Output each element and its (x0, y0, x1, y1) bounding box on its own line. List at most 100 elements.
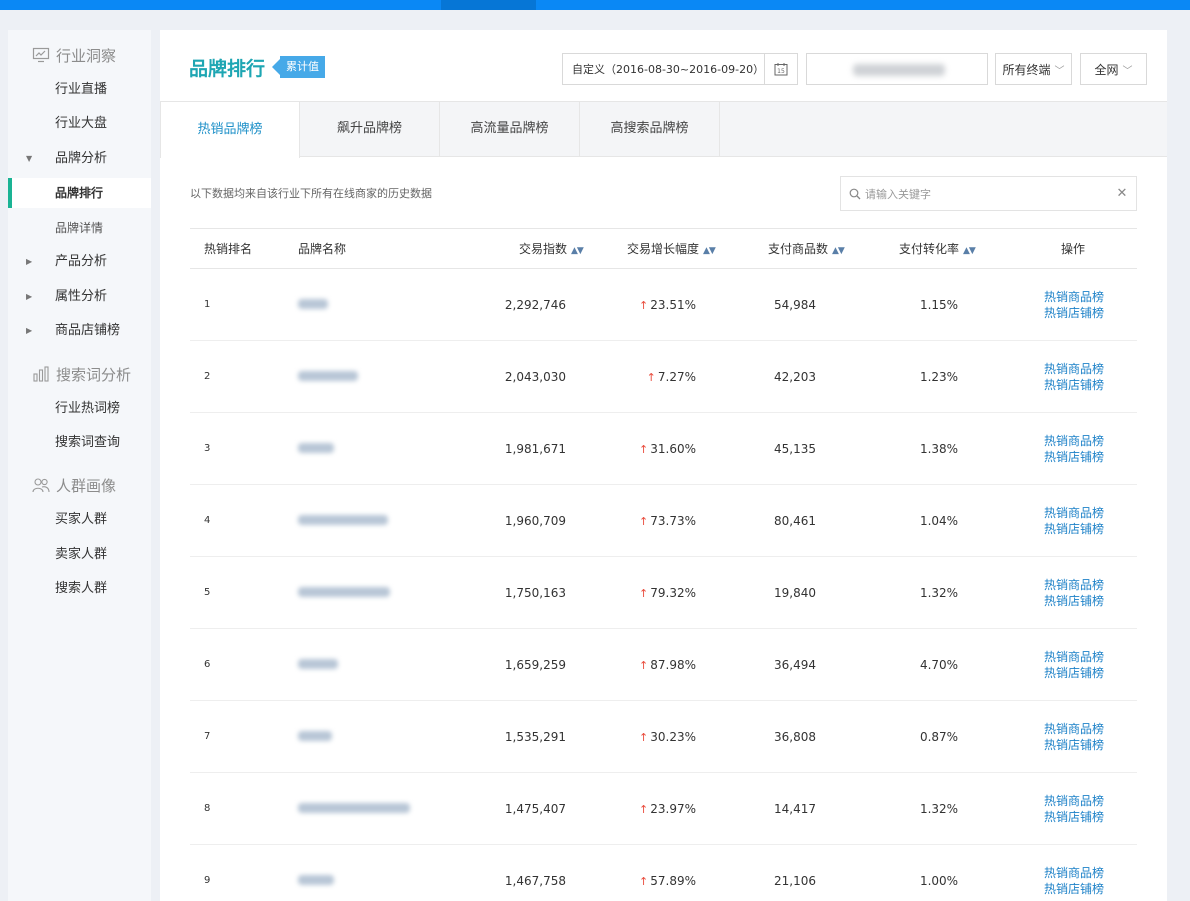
growth-cell: ↑ 87.98% (630, 629, 696, 701)
sort-icon[interactable]: ▲▼ (832, 246, 845, 256)
table-row: 8 1,475,407 ↑ 23.97% 14,417 1.32% 热销商品榜 热销… (190, 773, 1137, 845)
sidebar-item-brand-detail[interactable]: 品牌详情 (8, 213, 151, 243)
rank-cell: 7 (204, 731, 211, 742)
hot-stores-link[interactable]: 热销店铺榜 (1044, 449, 1104, 465)
close-icon[interactable]: ✕ (1108, 186, 1136, 201)
hot-products-link[interactable]: 热销商品榜 (1044, 577, 1104, 593)
paid-items-cell: 21,106 (774, 874, 816, 888)
date-range-picker[interactable]: 自定义（2016-08-30~2016-09-20） 15 (562, 53, 798, 85)
paid-items-cell: 36,494 (774, 658, 816, 672)
blurred-category-field[interactable] (806, 53, 988, 85)
paid-items-cell: 19,840 (774, 586, 816, 600)
hot-products-link[interactable]: 热销商品榜 (1044, 289, 1104, 305)
sidebar-item-buyer-crowd[interactable]: 买家人群 (8, 505, 151, 535)
col-trade-index[interactable]: 交易指数 ▲▼ (519, 229, 584, 269)
tab-high-search[interactable]: 高搜索品牌榜 (580, 101, 720, 157)
brand-cell-blurred[interactable] (298, 485, 428, 557)
sidebar-item-hot-keywords[interactable]: 行业热词榜 (8, 394, 151, 424)
sidebar-item-brand-ranking[interactable]: 品牌排行 (8, 178, 151, 208)
trade-index-cell: 1,467,758 (504, 874, 566, 888)
search-icon (849, 188, 861, 199)
col-trade-growth[interactable]: 交易增长幅度 ▲▼ (627, 229, 716, 269)
sort-icon[interactable]: ▲▼ (963, 246, 976, 256)
sort-icon[interactable]: ▲▼ (571, 246, 584, 256)
sidebar: 行业洞察 行业直播 行业大盘 ▼ 品牌分析 品牌排行 品牌详情 ▶ 产品分析 ▶ 属性… (8, 30, 151, 901)
sidebar-item-label: 品牌详情 (55, 221, 104, 235)
hot-stores-link[interactable]: 热销店铺榜 (1044, 305, 1104, 321)
rank-cell: 9 (204, 875, 211, 886)
trade-index-cell: 1,750,163 (504, 586, 566, 600)
conversion-cell: 1.38% (919, 442, 959, 456)
conversion-cell: 1.15% (919, 298, 959, 312)
hot-products-link[interactable]: 热销商品榜 (1044, 433, 1104, 449)
hot-stores-link[interactable]: 热销店铺榜 (1044, 593, 1104, 609)
growth-value: 79.32% (650, 586, 696, 600)
col-conversion[interactable]: 支付转化率 ▲▼ (899, 229, 976, 269)
hot-stores-link[interactable]: 热销店铺榜 (1044, 665, 1104, 681)
sidebar-item-label: 行业直播 (55, 82, 108, 97)
hot-stores-link[interactable]: 热销店铺榜 (1044, 377, 1104, 393)
sidebar-item-label: 行业热词榜 (55, 401, 121, 416)
tab-rising[interactable]: 飙升品牌榜 (300, 101, 440, 157)
brand-cell-blurred[interactable] (298, 341, 428, 413)
brand-cell-blurred[interactable] (298, 413, 428, 485)
hot-products-link[interactable]: 热销商品榜 (1044, 865, 1104, 881)
blurred-brand (298, 875, 334, 885)
caret-right-icon: ▶ (26, 326, 33, 335)
brand-cell-blurred[interactable] (298, 701, 428, 773)
col-paid-items[interactable]: 支付商品数 ▲▼ (768, 229, 845, 269)
brand-cell-blurred[interactable] (298, 845, 428, 901)
col-actions: 操作 (1061, 229, 1085, 269)
hot-products-link[interactable]: 热销商品榜 (1044, 793, 1104, 809)
tab-high-traffic[interactable]: 高流量品牌榜 (440, 101, 580, 157)
sidebar-item-industry-overview[interactable]: 行业大盘 (8, 109, 151, 139)
sidebar-item-search-crowd[interactable]: 搜索人群 (8, 574, 151, 604)
sidebar-item-seller-crowd[interactable]: 卖家人群 (8, 540, 151, 570)
arrow-up-icon: ↑ (639, 803, 649, 816)
arrow-up-icon: ↑ (639, 659, 649, 672)
search-input[interactable]: 请输入关键字 ✕ (840, 176, 1137, 211)
hot-stores-link[interactable]: 热销店铺榜 (1044, 881, 1104, 897)
sidebar-item-product-store-ranking[interactable]: ▶ 商品店铺榜 (8, 316, 151, 346)
network-dropdown[interactable]: 全网 ﹀ (1080, 53, 1147, 85)
actions-cell: 热销商品榜 热销店铺榜 (1020, 773, 1125, 845)
tab-hot-sales[interactable]: 热销品牌榜 (160, 101, 300, 158)
terminal-value: 所有终端 (1002, 62, 1051, 77)
hot-products-link[interactable]: 热销商品榜 (1044, 721, 1104, 737)
hot-stores-link[interactable]: 热销店铺榜 (1044, 809, 1104, 825)
hot-products-link[interactable]: 热销商品榜 (1044, 649, 1104, 665)
sidebar-item-industry-live[interactable]: 行业直播 (8, 75, 151, 105)
hot-stores-link[interactable]: 热销店铺榜 (1044, 737, 1104, 753)
sidebar-item-keyword-query[interactable]: 搜索词查询 (8, 428, 151, 458)
hot-stores-link[interactable]: 热销店铺榜 (1044, 521, 1104, 537)
growth-cell: ↑ 23.97% (630, 773, 696, 845)
calendar-icon[interactable]: 15 (764, 54, 797, 84)
brand-cell-blurred[interactable] (298, 269, 428, 341)
arrow-up-icon: ↑ (639, 731, 649, 744)
sort-icon[interactable]: ▲▼ (703, 246, 716, 256)
sidebar-item-product-analysis[interactable]: ▶ 产品分析 (8, 247, 151, 277)
paid-items-cell: 42,203 (774, 370, 816, 384)
arrow-up-icon: ↑ (646, 371, 656, 384)
sidebar-item-label: 搜索词查询 (55, 435, 121, 450)
top-bar (0, 0, 1190, 10)
growth-cell: ↑ 79.32% (630, 557, 696, 629)
sidebar-item-label: 买家人群 (55, 512, 108, 527)
terminal-dropdown[interactable]: 所有终端 ﹀ (995, 53, 1072, 85)
sidebar-item-attribute-analysis[interactable]: ▶ 属性分析 (8, 282, 151, 312)
hot-products-link[interactable]: 热销商品榜 (1044, 505, 1104, 521)
brand-cell-blurred[interactable] (298, 629, 428, 701)
section-title: 人群画像 (56, 476, 117, 495)
arrow-up-icon: ↑ (639, 587, 649, 600)
sidebar-item-brand-analysis[interactable]: ▼ 品牌分析 (8, 144, 151, 174)
growth-cell: ↑ 73.73% (630, 485, 696, 557)
conversion-cell: 1.23% (919, 370, 959, 384)
date-range-text: 自定义（2016-08-30~2016-09-20） (572, 63, 765, 76)
brand-cell-blurred[interactable] (298, 557, 428, 629)
sidebar-item-label: 卖家人群 (55, 547, 108, 562)
people-icon (32, 478, 50, 493)
data-source-note: 以下数据均来自该行业下所有在线商家的历史数据 (190, 187, 432, 200)
hot-products-link[interactable]: 热销商品榜 (1044, 361, 1104, 377)
brand-cell-blurred[interactable] (298, 773, 428, 845)
blurred-brand (298, 515, 388, 525)
